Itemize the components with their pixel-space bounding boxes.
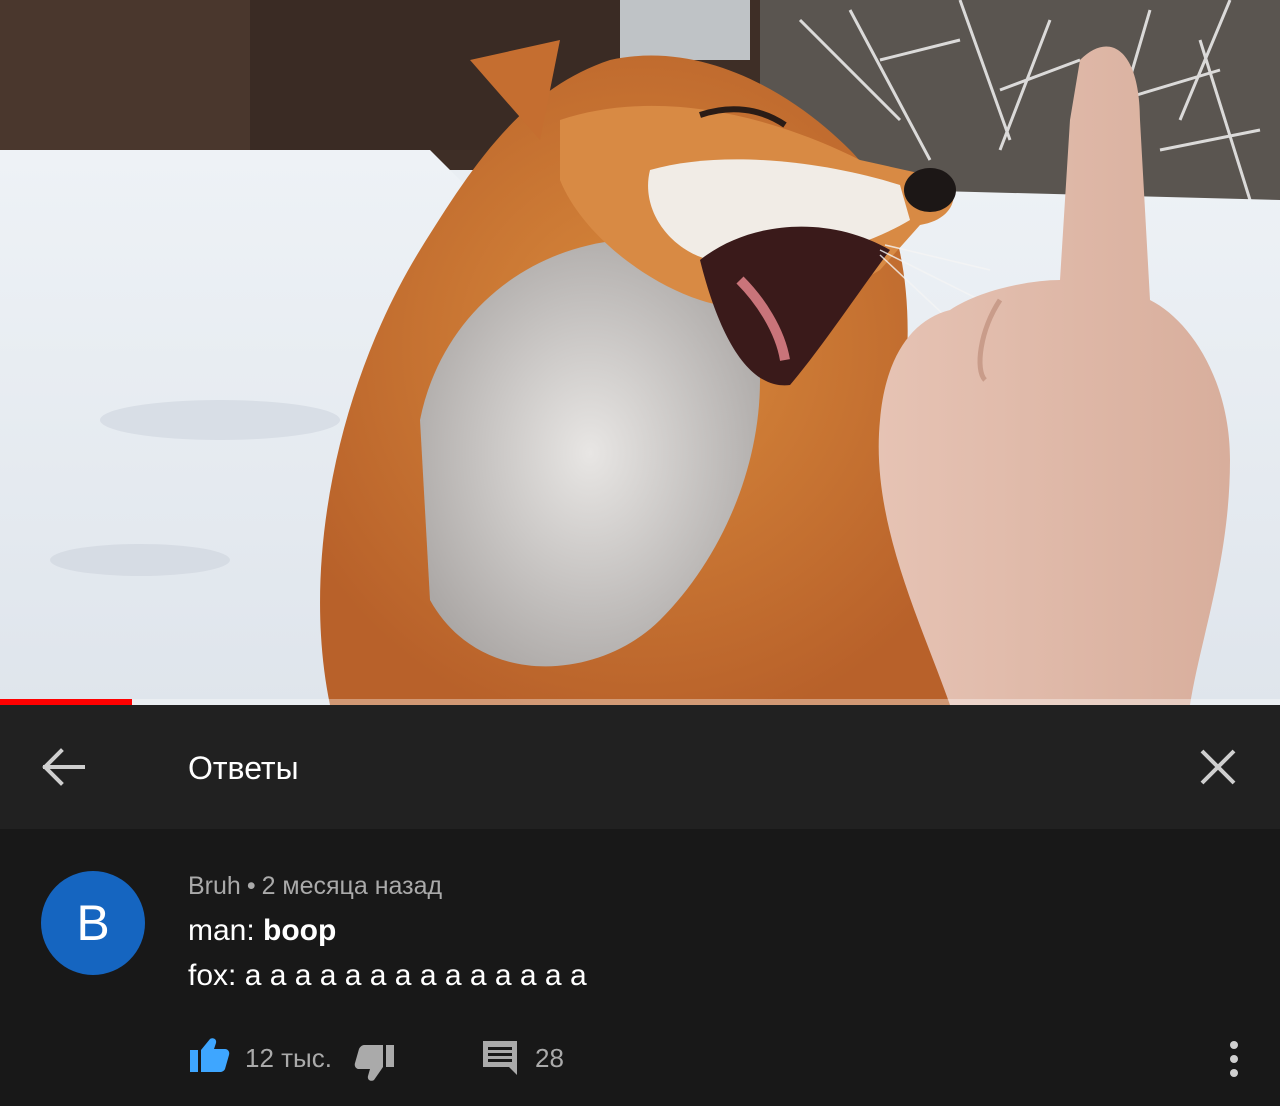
like-button[interactable] — [186, 1032, 232, 1078]
page-title: Ответы — [188, 750, 299, 786]
dislike-button[interactable] — [352, 1040, 398, 1086]
close-icon — [1200, 749, 1236, 785]
more-vert-icon — [1230, 1041, 1238, 1077]
comment-time: 2 месяца назад — [261, 872, 443, 900]
thumb-up-icon — [190, 1038, 230, 1072]
avatar-letter: B — [76, 895, 110, 951]
thumb-down-icon — [354, 1045, 394, 1081]
comment-line1-bold: boop — [263, 914, 337, 947]
arrow-back-icon — [42, 748, 85, 786]
video-frame-fox — [0, 0, 1280, 705]
back-button[interactable] — [34, 737, 90, 797]
reply-button[interactable] — [477, 1035, 523, 1081]
comment-meta: Bruh • 2 месяца назад — [188, 870, 442, 902]
video-player[interactable] — [0, 0, 1280, 705]
like-count: 12 тыс. — [245, 1043, 332, 1073]
app-screen: Ответы B Bruh • 2 месяца назад man: boop f… — [0, 0, 1280, 1106]
reply-comment-icon — [483, 1041, 517, 1075]
comment-text-line-2: fox: а а а а а а а а а а а а а а — [188, 959, 587, 992]
more-options-button[interactable] — [1214, 1036, 1254, 1082]
reply-count: 28 — [535, 1043, 564, 1073]
meta-separator: • — [246, 872, 256, 900]
comment-author[interactable]: Bruh — [188, 872, 241, 900]
close-button[interactable] — [1188, 737, 1248, 797]
avatar[interactable]: B — [41, 871, 145, 975]
comment-text-line-1: man: boop — [188, 912, 336, 950]
comment-line1-prefix: man: — [188, 914, 264, 947]
